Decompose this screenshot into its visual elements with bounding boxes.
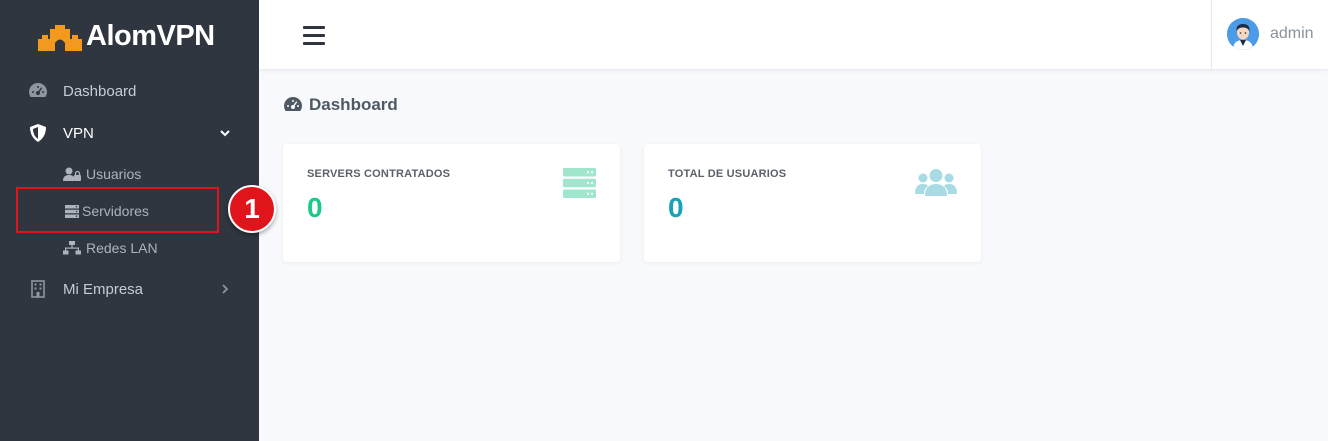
castle-logo-icon xyxy=(38,25,82,51)
brand-name: AlomVPN xyxy=(86,19,215,52)
users-icon xyxy=(915,168,957,203)
server-icon xyxy=(63,204,81,218)
sidebar-item-mi-empresa[interactable]: Mi Empresa xyxy=(0,271,259,307)
user-lock-icon xyxy=(63,167,81,181)
chevron-down-icon xyxy=(218,126,232,140)
sidebar-subitem-usuarios[interactable]: Usuarios xyxy=(0,159,259,189)
topbar: admin xyxy=(259,0,1328,69)
server-icon xyxy=(563,168,596,203)
sidebar-item-label: Dashboard xyxy=(63,82,137,100)
sidebar-subitem-label: Servidores xyxy=(82,203,149,219)
sidebar-subitem-label: Usuarios xyxy=(86,166,142,182)
card-label: TOTAL DE USUARIOS xyxy=(668,168,787,180)
card-value: 0 xyxy=(668,192,684,223)
page-title-text: Dashboard xyxy=(309,95,398,114)
sidebar-item-label: VPN xyxy=(63,124,94,142)
sidebar-subitem-label: Redes LAN xyxy=(86,240,158,256)
stat-card-usuarios: TOTAL DE USUARIOS 0 xyxy=(644,144,981,262)
avatar xyxy=(1227,18,1259,50)
building-icon xyxy=(28,279,48,299)
step-number-badge: 1 xyxy=(228,185,276,233)
card-value: 0 xyxy=(307,192,323,223)
brand[interactable]: AlomVPN xyxy=(38,18,215,54)
stat-card-servers: SERVERS CONTRATADOS 0 xyxy=(283,144,620,262)
tachometer-icon xyxy=(28,81,48,101)
sidebar-item-vpn[interactable]: VPN xyxy=(0,115,259,151)
sidebar-subitem-redes-lan[interactable]: Redes LAN xyxy=(0,233,259,263)
shield-icon xyxy=(28,123,48,143)
page-title: Dashboard xyxy=(283,95,398,115)
card-label: SERVERS CONTRATADOS xyxy=(307,168,451,180)
sidebar-item-dashboard[interactable]: Dashboard xyxy=(0,73,259,109)
user-menu[interactable]: admin xyxy=(1211,0,1328,69)
sidebar-subitem-servidores[interactable]: Servidores xyxy=(0,196,259,226)
chevron-right-icon xyxy=(218,282,232,296)
sidebar-item-label: Mi Empresa xyxy=(63,280,144,298)
username: admin xyxy=(1270,25,1314,42)
menu-toggle-icon[interactable] xyxy=(303,26,325,45)
tachometer-icon xyxy=(283,96,303,114)
sidebar: AlomVPN Dashboard VPN Usuarios Servidore… xyxy=(0,0,259,441)
network-icon xyxy=(63,241,81,255)
